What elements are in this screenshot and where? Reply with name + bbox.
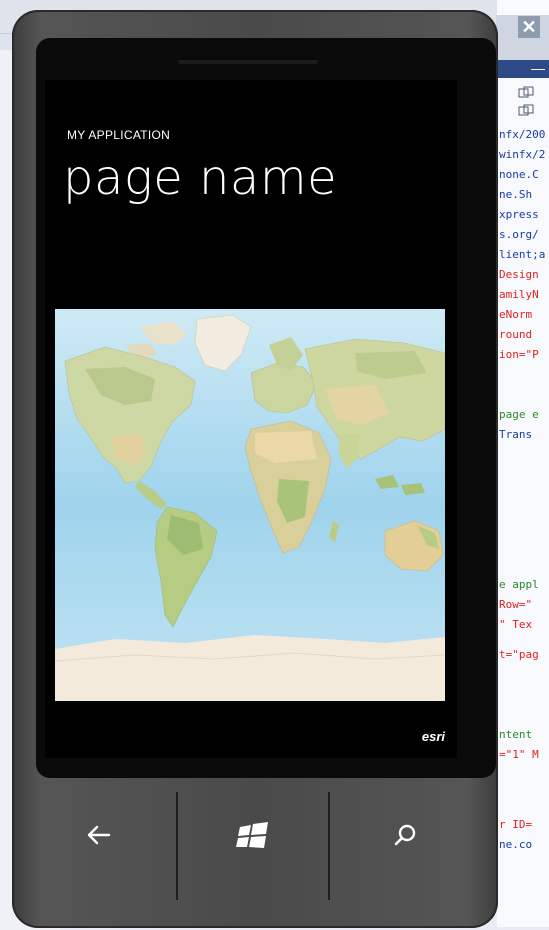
code-line: ion="P bbox=[499, 348, 539, 361]
code-line: amilyN bbox=[499, 288, 539, 301]
code-line: ntent bbox=[499, 728, 533, 741]
toolbar-icon[interactable] bbox=[518, 86, 536, 100]
code-line: e appl bbox=[499, 578, 539, 591]
code-line: Design bbox=[499, 268, 539, 281]
code-line: xpress bbox=[499, 208, 539, 221]
phone-speaker bbox=[178, 60, 318, 64]
ide-code-editor: nfx/200 winfx/2 none.C ne.Sh xpress s.org/lie… bbox=[497, 0, 549, 927]
code-line: " Tex bbox=[499, 618, 533, 631]
world-map-image bbox=[55, 309, 445, 701]
code-line: page e bbox=[499, 408, 539, 421]
minimize-icon[interactable]: — bbox=[529, 60, 547, 78]
windows-logo-icon bbox=[236, 822, 268, 848]
toolbar-icon[interactable] bbox=[518, 104, 536, 118]
page-title: page name bbox=[63, 150, 338, 206]
code-line: r ID= bbox=[499, 818, 533, 831]
back-icon bbox=[87, 825, 111, 845]
hardware-button-bar bbox=[24, 770, 484, 900]
code-line: Trans bbox=[499, 428, 533, 441]
code-line: t="pag bbox=[499, 648, 539, 661]
phone-screen: MY APPLICATION page name esri bbox=[45, 80, 457, 758]
code-line: nfx/200 bbox=[499, 128, 546, 141]
code-line: lient;a bbox=[499, 248, 546, 261]
code-line: winfx/2 bbox=[499, 148, 546, 161]
search-icon bbox=[394, 824, 416, 846]
close-icon[interactable]: ✕ bbox=[518, 16, 540, 38]
application-title: MY APPLICATION bbox=[67, 128, 171, 142]
start-button[interactable] bbox=[178, 770, 328, 900]
code-line: eNorm bbox=[499, 308, 533, 321]
search-button[interactable] bbox=[330, 770, 480, 900]
code-line: none.C bbox=[499, 168, 539, 181]
code-line: ="1" M bbox=[499, 748, 539, 761]
code-line: ne.Sh bbox=[499, 188, 533, 201]
code-line: Row=" bbox=[499, 598, 533, 611]
code-line: s.org/ bbox=[499, 228, 539, 241]
world-map[interactable] bbox=[55, 309, 445, 701]
code-line: ne.co bbox=[499, 838, 533, 851]
back-button[interactable] bbox=[24, 770, 174, 900]
code-line: round bbox=[499, 328, 533, 341]
esri-logo: esri bbox=[421, 729, 445, 744]
